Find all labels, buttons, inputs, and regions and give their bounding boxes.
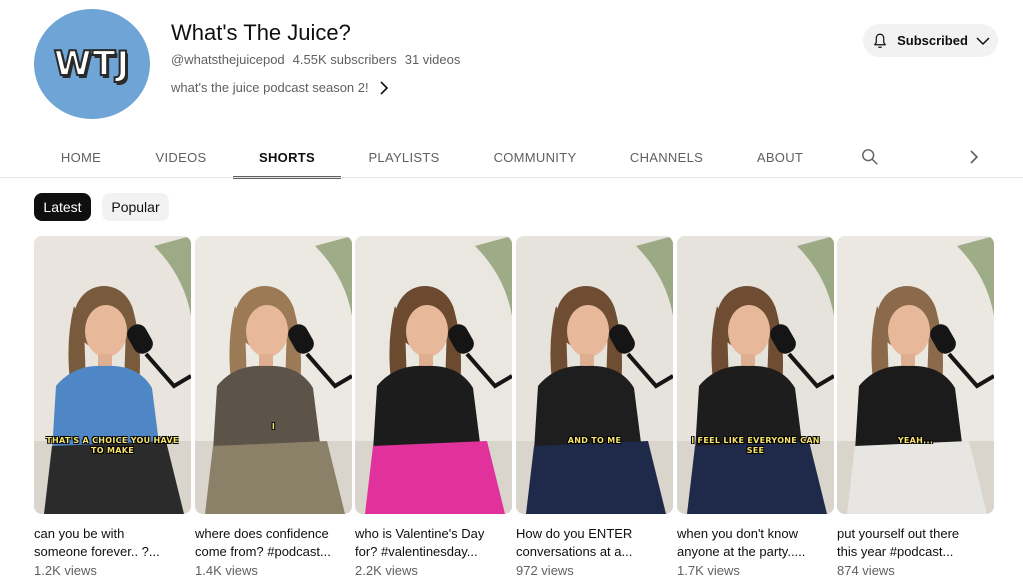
short-thumbnail[interactable]: I FEEL LIKE EVERYONE CAN SEE [677,236,834,514]
short-caption-overlay: I FEEL LIKE EVERYONE CAN SEE [691,436,820,455]
channel-tabs: HOME VIDEOS SHORTS PLAYLISTS COMMUNITY C… [34,136,993,179]
thumbnail-scene [837,236,994,514]
thumbnail-scene [355,236,512,514]
short-thumbnail[interactable]: YEAH... [837,236,994,514]
short-title-line: this year #podcast... [837,544,954,559]
short-card[interactable]: AND TO ME How do you ENTER conversations a… [516,236,673,578]
short-title-line: can you be with [34,526,125,541]
short-title-line: when you don't know [677,526,799,541]
avatar-logo-text: WTJ [53,43,131,85]
short-view-count: 972 views [516,563,574,578]
channel-description[interactable]: what's the juice podcast season 2! [171,80,389,95]
short-title-line: where does confidence [195,526,329,541]
short-view-count: 1.4K views [195,563,258,578]
short-card[interactable]: who is Valentine's Day for? #valentinesda… [355,236,512,578]
subscribed-label: Subscribed [897,33,968,48]
tab-channels[interactable]: CHANNELS [614,136,719,178]
short-view-count: 2.2K views [355,563,418,578]
thumbnail-scene [195,236,352,514]
chevron-right-icon [380,80,388,95]
channel-title: What's The Juice? [171,20,351,45]
thumbnail-scene [34,236,191,514]
short-caption-overlay: THAT'S A CHOICE YOU HAVE TO MAKE [46,436,179,455]
subscriber-count: 4.55K subscribers [292,52,397,67]
short-title-line: anyone at the party..... [677,544,806,559]
short-thumbnail[interactable]: I [195,236,352,514]
short-caption-overlay: YEAH... [897,436,934,445]
short-title[interactable]: when you don't know anyone at the party..… [677,525,834,561]
short-card[interactable]: THAT'S A CHOICE YOU HAVE TO MAKE can you … [34,236,191,578]
bell-icon [874,33,886,48]
short-title[interactable]: put yourself out there this year #podcast… [837,525,994,561]
search-tab-button[interactable] [852,136,888,178]
channel-meta: @whatsthejuicepod 4.55K subscribers 31 v… [171,52,460,67]
short-title-line: put yourself out there [837,526,960,541]
short-title[interactable]: where does confidence come from? #podcast… [195,525,352,561]
short-card[interactable]: YEAH... put yourself out there this year #… [837,236,994,578]
short-thumbnail[interactable]: AND TO ME [516,236,673,514]
chip-popular[interactable]: Popular [102,193,169,221]
tab-videos[interactable]: VIDEOS [138,136,224,178]
short-view-count: 874 views [837,563,895,578]
short-card[interactable]: I FEEL LIKE EVERYONE CAN SEE when you don… [677,236,834,578]
short-caption-overlay: I [271,422,276,431]
tab-home[interactable]: HOME [34,136,128,178]
short-thumbnail[interactable]: THAT'S A CHOICE YOU HAVE TO MAKE [34,236,191,514]
short-card[interactable]: Iwhere does confidence come from? #podcas… [195,236,352,578]
chip-latest[interactable]: Latest [34,193,91,221]
short-title-line: who is Valentine's Day [355,526,485,541]
channel-avatar[interactable]: WTJ [34,9,150,119]
video-count: 31 videos [404,52,461,67]
subscribed-button[interactable]: Subscribed [863,24,998,57]
short-title[interactable]: How do you ENTER conversations at a... [516,525,673,561]
chevron-right-icon [970,150,979,164]
tab-about[interactable]: ABOUT [742,136,818,178]
tabs-divider [0,177,1023,178]
tab-shorts[interactable]: SHORTS [233,136,341,179]
search-icon [862,149,878,165]
short-title-line: for? #valentinesday... [355,544,478,559]
channel-handle: @whatsthejuicepod [171,52,285,67]
short-title-line: conversations at a... [516,544,633,559]
thumbnail-scene [677,236,834,514]
short-view-count: 1.2K views [34,563,97,578]
tabs-scroll-right-button[interactable] [959,136,989,178]
tab-community[interactable]: COMMUNITY [481,136,589,178]
short-title[interactable]: who is Valentine's Day for? #valentinesda… [355,525,512,561]
short-thumbnail[interactable] [355,236,512,514]
channel-description-text: what's the juice podcast season 2! [171,80,369,95]
short-title-line: someone forever.. ?... [34,544,160,559]
thumbnail-scene [516,236,673,514]
short-view-count: 1.7K views [677,563,740,578]
chevron-down-icon [976,36,990,45]
short-title[interactable]: can you be with someone forever.. ?... [34,525,191,561]
short-title-line: How do you ENTER [516,526,633,541]
short-caption-overlay: AND TO ME [567,436,622,445]
tab-playlists[interactable]: PLAYLISTS [350,136,458,178]
short-title-line: come from? #podcast... [195,544,331,559]
